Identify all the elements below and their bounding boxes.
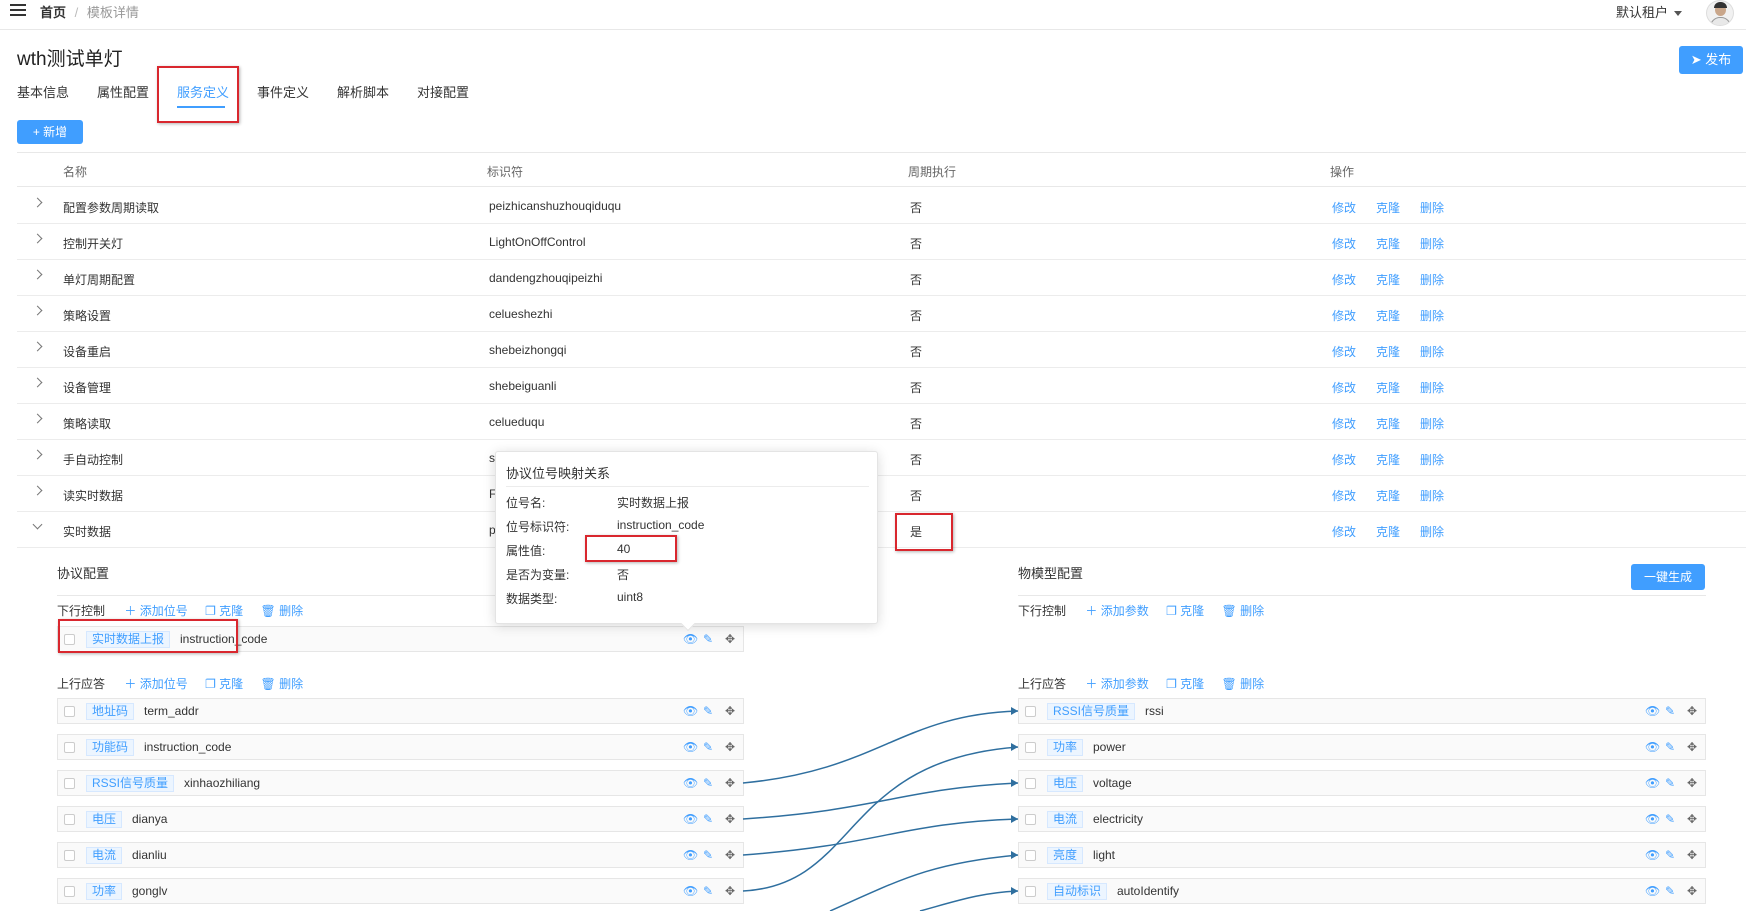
arrowhead [1011,887,1018,895]
mapping-line [742,782,1019,820]
mapping-line [742,746,1019,892]
arrowhead [1011,815,1018,823]
arrowhead [1011,851,1018,859]
mapping-popover: 协议位号映射关系 位号名: 实时数据上报 位号标识符: instruction_… [495,451,878,632]
highlight-box-value [585,535,677,562]
popover-key: 位号名: [506,496,546,510]
popover-value: instruction_code [617,518,705,532]
arrowhead [1011,779,1018,787]
popover-value: uint8 [617,590,644,604]
popover-key: 位号标识符: [506,520,570,534]
popover-title: 协议位号映射关系 [506,466,611,481]
popover-value: 否 [617,568,630,582]
highlight-box-periodic [895,513,953,551]
mapping-line [742,710,1019,784]
mapping-line [919,890,1019,911]
mapping-line [829,854,1019,911]
arrowhead [1011,707,1018,715]
popover-key: 是否为变量: [506,568,570,582]
mapping-line [742,818,1019,856]
popover-key: 数据类型: [506,592,558,606]
popover-value: 实时数据上报 [617,496,690,510]
highlight-box-bit [58,619,238,653]
popover-key: 属性值: [506,544,546,558]
arrowhead [1011,743,1018,751]
